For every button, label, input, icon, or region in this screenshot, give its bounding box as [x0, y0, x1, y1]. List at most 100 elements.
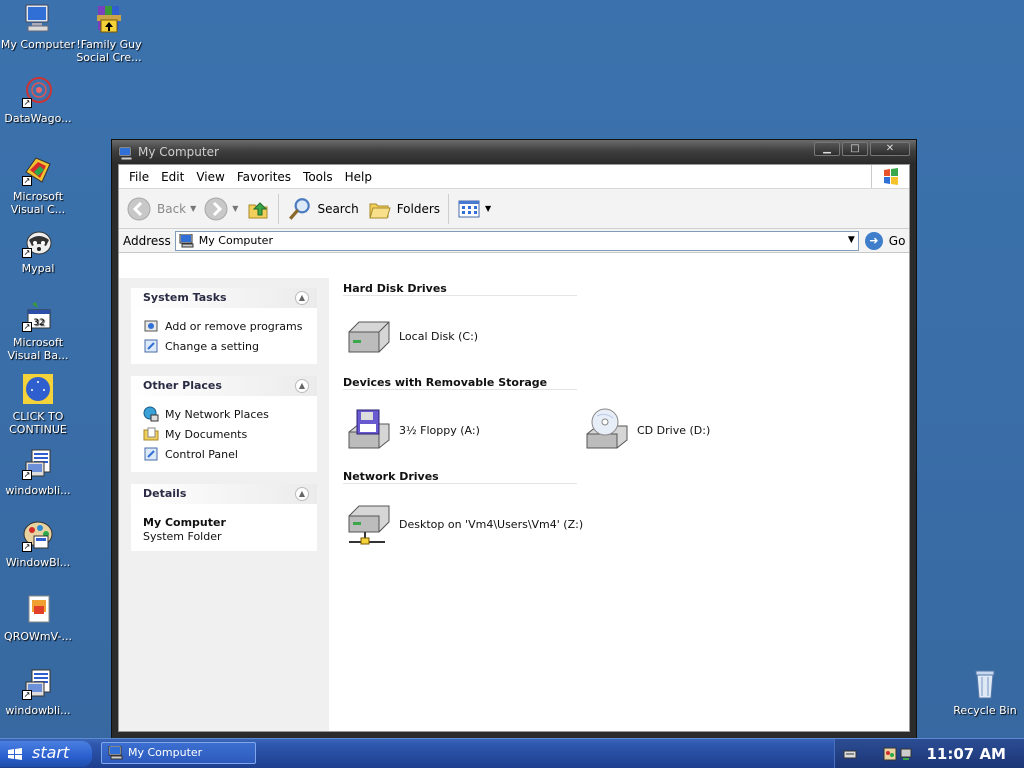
- my-computer-icon: [118, 145, 134, 161]
- shortcut-arrow-icon: ↗: [22, 542, 32, 552]
- windows-logo-icon: [871, 165, 909, 188]
- menu-favorites[interactable]: Favorites: [231, 170, 297, 184]
- forward-dropdown-icon[interactable]: ▼: [232, 204, 238, 213]
- hard-disk-drives-heading: Hard Disk Drives: [343, 282, 577, 296]
- forward-button[interactable]: ▼: [200, 193, 242, 225]
- up-folder-icon: [248, 201, 268, 218]
- collapse-chevron-icon[interactable]: ▲: [295, 291, 309, 305]
- mypal-browser-icon: ↗: [22, 226, 54, 258]
- back-button[interactable]: Back ▼: [123, 193, 200, 225]
- network-tray-icon[interactable]: [899, 747, 913, 761]
- other-places-header[interactable]: Other Places ▲: [131, 376, 317, 396]
- forward-arrow-icon: [204, 197, 228, 220]
- my-documents-icon: [143, 427, 159, 441]
- standard-toolbar: Back ▼ ▼ Search Folders ▼: [119, 189, 909, 229]
- address-bar: Address My Computer ▼ ➜ Go: [119, 229, 909, 253]
- desktop-icon-visual-c[interactable]: ↗ Microsoft Visual C...: [0, 154, 76, 216]
- other-places-panel: Other Places ▲ My Network Places My Docu…: [131, 376, 317, 472]
- collapse-chevron-icon[interactable]: ▲: [295, 487, 309, 501]
- minimize-button[interactable]: ▁: [814, 142, 840, 156]
- back-dropdown-icon[interactable]: ▼: [190, 204, 196, 213]
- search-button[interactable]: Search: [283, 193, 362, 225]
- system-tasks-header[interactable]: System Tasks ▲: [131, 288, 317, 308]
- network-drive-icon: [348, 505, 390, 545]
- address-input[interactable]: My Computer ▼: [174, 230, 859, 251]
- desktop-icon-windowblinds-1[interactable]: ↗ windowbli...: [0, 448, 76, 497]
- desktop-icon-click-to-continue[interactable]: CLICK TO CONTINUE: [0, 374, 76, 436]
- floppy-drive-icon: [348, 409, 390, 449]
- svg-text:32: 32: [33, 318, 44, 328]
- window-titlebar[interactable]: My Computer ▁ □ ✕: [112, 140, 916, 164]
- window-client: File Edit View Favorites Tools Help Back…: [118, 164, 910, 732]
- address-value: My Computer: [198, 234, 273, 247]
- clock[interactable]: 11:07 AM: [926, 745, 1006, 763]
- my-computer-icon: [179, 233, 194, 247]
- address-dropdown-icon[interactable]: ▼: [848, 235, 855, 245]
- window-title: My Computer: [138, 145, 219, 159]
- menu-file[interactable]: File: [123, 170, 155, 184]
- shortcut-arrow-icon: ↗: [22, 98, 32, 108]
- windowblinds-installer-icon: ↗: [22, 448, 54, 480]
- back-arrow-icon: [127, 197, 151, 220]
- menu-tools[interactable]: Tools: [297, 170, 339, 184]
- start-button[interactable]: start: [0, 741, 92, 767]
- drive-floppy-a[interactable]: 3½ Floppy (A:): [343, 408, 581, 452]
- desktop-icon-windowblinds-2[interactable]: ↗ WindowBl...: [0, 520, 76, 569]
- drive-cd-d[interactable]: CD Drive (D:): [581, 408, 819, 452]
- keyboard-icon[interactable]: [843, 747, 857, 761]
- drives-pane: Hard Disk Drives Local Disk (C:) Devices…: [329, 278, 909, 731]
- up-folder-button[interactable]: [242, 193, 274, 225]
- drive-local-disk-c[interactable]: Local Disk (C:): [343, 314, 581, 358]
- shortcut-arrow-icon: ↗: [22, 690, 32, 700]
- shortcut-arrow-icon: ↗: [22, 322, 32, 332]
- views-button[interactable]: ▼: [453, 193, 495, 225]
- my-documents-link[interactable]: My Documents: [143, 424, 305, 444]
- windows-logo-icon: [8, 748, 22, 760]
- menu-help[interactable]: Help: [339, 170, 378, 184]
- click-to-continue-icon: [22, 374, 54, 406]
- menu-edit[interactable]: Edit: [155, 170, 190, 184]
- document-icon: [22, 594, 54, 626]
- datawagon-icon: ↗: [22, 76, 54, 108]
- folders-button[interactable]: Folders: [363, 193, 444, 225]
- taskbar-item-my-computer[interactable]: My Computer: [101, 742, 256, 764]
- windowblinds-installer-icon: ↗: [22, 668, 54, 700]
- desktop-icon-mypal[interactable]: ↗ Mypal: [0, 226, 76, 275]
- address-label: Address: [123, 233, 171, 248]
- desktop-icon-my-computer[interactable]: My Computer: [0, 2, 76, 51]
- desktop-icon-qrowmv[interactable]: QROWmV-...: [0, 594, 76, 643]
- winrar-archive-icon: [93, 2, 125, 34]
- windowblinds-tray-icon[interactable]: [883, 747, 897, 761]
- cd-drive-icon: [586, 408, 628, 449]
- desktop-icon-visual-basic[interactable]: 32 ↗ Microsoft Visual Ba...: [0, 300, 76, 362]
- shortcut-arrow-icon: ↗: [22, 470, 32, 480]
- views-dropdown-icon[interactable]: ▼: [485, 204, 491, 213]
- network-drives-heading: Network Drives: [343, 470, 577, 484]
- maximize-button[interactable]: □: [842, 142, 868, 156]
- close-button[interactable]: ✕: [870, 142, 910, 156]
- my-computer-icon: [108, 746, 123, 760]
- desktop-icon-datawagon[interactable]: ↗ DataWago...: [0, 76, 76, 125]
- task-pane: System Tasks ▲ Add or remove programs Ch…: [119, 278, 329, 731]
- collapse-chevron-icon[interactable]: ▲: [295, 379, 309, 393]
- change-setting-link[interactable]: Change a setting: [143, 336, 305, 356]
- desktop-icon-recycle-bin[interactable]: Recycle Bin: [947, 668, 1023, 717]
- details-header[interactable]: Details ▲: [131, 484, 317, 504]
- windowblinds-icon: ↗: [22, 520, 54, 552]
- control-panel-icon: [144, 339, 158, 353]
- menu-bar: File Edit View Favorites Tools Help: [119, 165, 909, 189]
- my-network-places-link[interactable]: My Network Places: [143, 404, 305, 424]
- control-panel-link[interactable]: Control Panel: [143, 444, 305, 464]
- details-name: My Computer: [143, 516, 226, 529]
- menu-view[interactable]: View: [190, 170, 230, 184]
- desktop-icon-windowblinds-3[interactable]: ↗ windowbli...: [0, 668, 76, 717]
- add-remove-programs-link[interactable]: Add or remove programs: [143, 316, 305, 336]
- drive-network-z[interactable]: Desktop on 'Vm4\Users\Vm4' (Z:): [343, 502, 643, 546]
- toolbar-separator: [278, 193, 280, 224]
- visual-basic-icon: 32 ↗: [22, 300, 54, 332]
- go-button[interactable]: ➜ Go: [864, 231, 905, 250]
- control-panel-icon: [144, 447, 158, 461]
- desktop-icon-family-guy[interactable]: !Family Guy Social Cre...: [71, 2, 147, 64]
- shortcut-arrow-icon: ↗: [22, 248, 32, 258]
- network-places-icon: [143, 406, 159, 422]
